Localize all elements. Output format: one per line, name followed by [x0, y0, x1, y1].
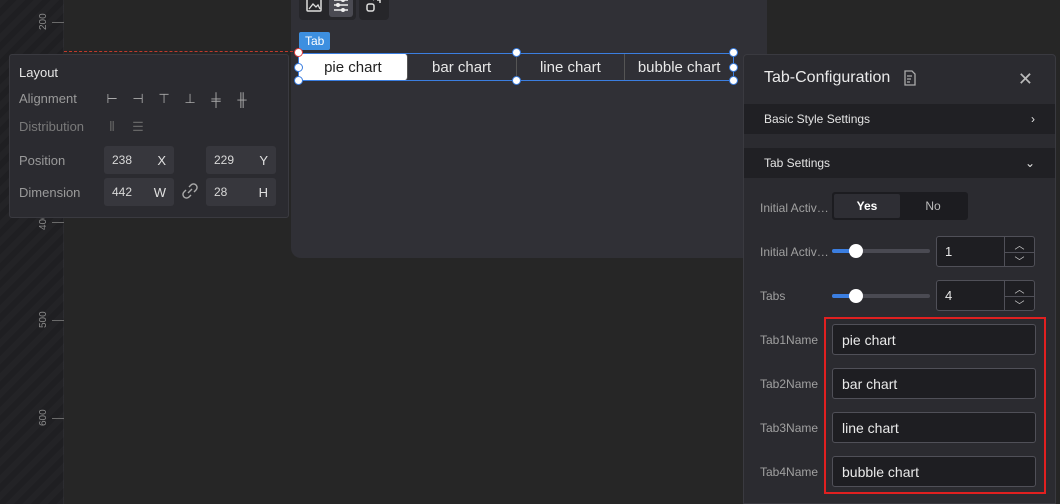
position-y-field[interactable]: 229 Y	[206, 146, 276, 174]
chevron-right-icon: ›	[1031, 112, 1035, 126]
toggle-yes-option[interactable]: Yes	[834, 194, 900, 218]
initial-active-index-slider[interactable]	[832, 244, 930, 258]
ruler-tick	[52, 320, 64, 321]
tab1-name-label: Tab1Name	[760, 333, 819, 347]
widget-type-tag: Tab	[299, 32, 331, 50]
align-top-icon[interactable]: ⊤	[156, 91, 172, 107]
document-help-icon[interactable]	[902, 70, 918, 91]
initial-active-toggle[interactable]: Yes No	[832, 192, 968, 220]
tabs-count-label: Tabs	[760, 289, 786, 303]
link-swap-icon[interactable]	[362, 0, 386, 17]
slider-knob[interactable]	[849, 244, 863, 258]
close-icon[interactable]: ✕	[1018, 69, 1033, 90]
chevron-down-icon[interactable]: ﹀	[1005, 253, 1034, 268]
distribution-icons: ⦀ ☰	[104, 119, 146, 135]
chevron-down-icon: ⌄	[1024, 156, 1035, 170]
stepper-arrows: ︿ ﹀	[1004, 281, 1034, 312]
toggle-no-option[interactable]: No	[900, 194, 966, 218]
canvas-card[interactable]	[291, 0, 767, 258]
ruler-label: 600	[38, 409, 49, 426]
chevron-down-icon[interactable]: ﹀	[1005, 297, 1034, 312]
dimension-h-value: 28	[214, 185, 228, 199]
tab-bubble-chart[interactable]: bubble chart	[625, 54, 733, 80]
chevron-up-icon[interactable]: ︿	[1005, 237, 1034, 253]
layout-title: Layout	[19, 65, 59, 80]
initial-active-index-label: Initial Activ…	[760, 245, 829, 259]
ruler-tick	[52, 418, 64, 419]
tab-bar-chart[interactable]: bar chart	[408, 54, 517, 80]
tab-configuration-panel: Tab-Configuration ✕ Basic Style Settings…	[743, 54, 1056, 504]
stepper-value[interactable]: 1	[937, 237, 1004, 266]
position-x-unit: X	[157, 152, 166, 168]
ruler-label: 200	[38, 13, 49, 30]
resize-handle-top-right[interactable]	[729, 48, 738, 57]
link-icon[interactable]	[182, 183, 198, 204]
resize-handle-left[interactable]	[294, 63, 303, 72]
layout-panel: Layout Alignment ⊢ ⊣ ⊤ ⊥ ╪ ╫ Distributio…	[9, 54, 289, 218]
stepper-arrows: ︿ ﹀	[1004, 237, 1034, 268]
tab-line-chart[interactable]: line chart	[517, 54, 626, 80]
position-x-field[interactable]: 238 X	[104, 146, 174, 174]
position-label: Position	[19, 153, 66, 168]
slider-knob[interactable]	[849, 289, 863, 303]
tab-settings-section[interactable]: Tab Settings ⌄	[744, 148, 1055, 178]
chevron-up-icon[interactable]: ︿	[1005, 281, 1034, 297]
initial-active-index-stepper[interactable]: 1 ︿ ﹀	[936, 236, 1035, 268]
align-vertical-center-icon[interactable]: ╪	[208, 91, 224, 107]
distribution-label: Distribution	[19, 119, 85, 134]
ruler-tick	[52, 22, 64, 23]
panel-title: Tab-Configuration	[764, 69, 891, 86]
align-right-icon[interactable]: ⊣	[130, 91, 146, 107]
resize-handle-bottom-left[interactable]	[294, 76, 303, 85]
tab-pie-chart[interactable]: pie chart	[299, 54, 408, 80]
tab-settings-label: Tab Settings	[764, 156, 831, 170]
guide-line	[64, 51, 298, 52]
dimension-w-value: 442	[112, 185, 133, 199]
image-icon[interactable]	[302, 0, 326, 17]
resize-handle-bottom[interactable]	[512, 76, 521, 85]
tabs-count-slider[interactable]	[832, 289, 930, 303]
position-y-unit: Y	[259, 152, 268, 168]
position-y-value: 229	[214, 153, 235, 167]
distribute-horizontal-icon[interactable]: ⦀	[104, 119, 120, 135]
align-left-icon[interactable]: ⊢	[104, 91, 120, 107]
dimension-h-field[interactable]: 28 H	[206, 178, 276, 206]
position-x-value: 238	[112, 153, 133, 167]
resize-handle-right[interactable]	[729, 63, 738, 72]
align-horizontal-center-icon[interactable]: ╫	[234, 91, 250, 107]
distribute-vertical-icon[interactable]: ☰	[130, 119, 146, 135]
initial-active-label: Initial Activ…	[760, 201, 829, 215]
alignment-icons: ⊢ ⊣ ⊤ ⊥ ╪ ╫	[104, 91, 250, 107]
basic-style-settings-section[interactable]: Basic Style Settings ›	[744, 104, 1055, 134]
tab3-name-label: Tab3Name	[760, 421, 819, 435]
resize-handle-top-left[interactable]	[294, 48, 303, 57]
ruler-tick	[52, 222, 64, 223]
ruler-label: 500	[38, 311, 49, 328]
align-bottom-icon[interactable]: ⊥	[182, 91, 198, 107]
tabs-count-stepper[interactable]: 4 ︿ ﹀	[936, 280, 1035, 312]
tab2-name-label: Tab2Name	[760, 377, 819, 391]
resize-handle-bottom-right[interactable]	[729, 76, 738, 85]
dimension-label: Dimension	[19, 185, 81, 200]
alignment-label: Alignment	[19, 91, 77, 106]
dimension-w-unit: W	[153, 184, 166, 200]
widget-toolbar-2	[359, 0, 389, 20]
widget-toolbar	[299, 0, 356, 20]
resize-handle-top[interactable]	[512, 48, 521, 57]
highlight-box	[824, 317, 1046, 494]
basic-style-settings-label: Basic Style Settings	[764, 112, 871, 126]
dimension-h-unit: H	[258, 184, 268, 200]
tab4-name-label: Tab4Name	[760, 465, 819, 479]
stepper-value[interactable]: 4	[937, 281, 1004, 310]
dimension-w-field[interactable]: 442 W	[104, 178, 174, 206]
settings-sliders-icon[interactable]	[329, 0, 353, 17]
